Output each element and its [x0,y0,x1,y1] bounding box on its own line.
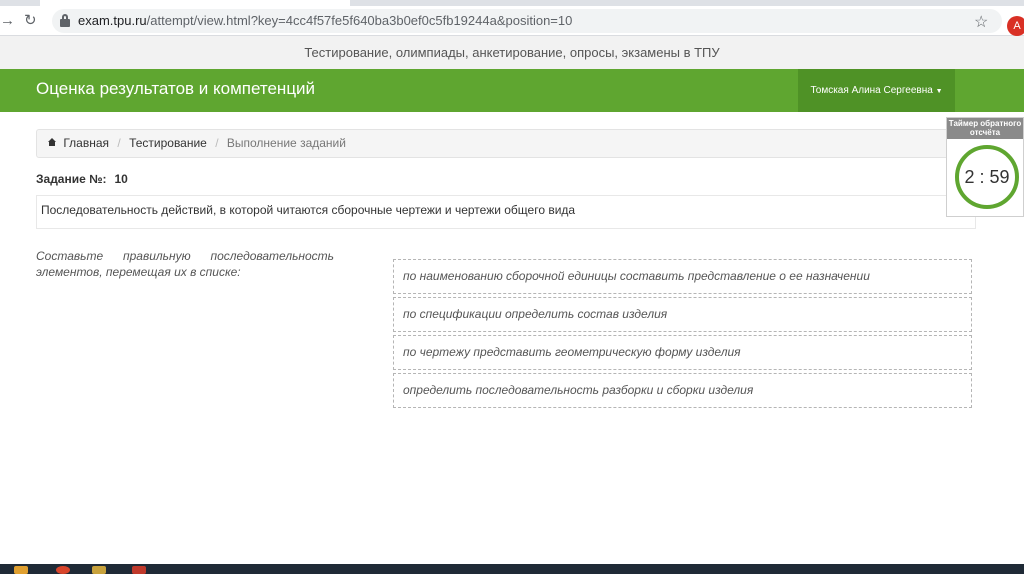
app-icon[interactable] [92,566,106,574]
caret-down-icon: ▼ [935,88,943,95]
task-instruction: Составьте правильную последовательность … [36,248,334,280]
task-heading: Задание №: 10 [36,172,128,186]
address-bar[interactable]: exam.tpu.ru/attempt/view.html?key=4cc4f5… [52,9,1002,33]
breadcrumb-current: Выполнение заданий [226,136,346,150]
lock-icon [60,14,70,27]
user-name: Томская Алина Сергеевна [810,85,933,96]
instruction-line-1: Составьте правильную последовательность [36,249,334,263]
sortable-list-item[interactable]: по наименованию сборочной единицы состав… [393,259,972,294]
home-icon [48,138,56,147]
sortable-list-item[interactable]: по чертежу представить геометрическую фо… [393,335,972,370]
question-text: Последовательность действий, в которой ч… [36,195,976,229]
sortable-list-item[interactable]: по спецификации определить состав издели… [393,297,972,332]
site-banner: Тестирование, олимпиады, анкетирование, … [0,36,1024,69]
countdown-timer: Таймер обратного отсчёта 2 : 59 [946,117,1024,217]
task-label: Задание №: [36,172,107,186]
app-header: Оценка результатов и компетенций Томская… [0,69,1024,112]
os-taskbar [0,564,1024,574]
browser-toolbar: → ↻ exam.tpu.ru/attempt/view.html?key=4c… [0,6,1024,36]
breadcrumb: Главная / Тестирование / Выполнение зада… [36,129,976,158]
profile-avatar[interactable]: A [1007,16,1024,36]
url-host: exam.tpu.ru [78,13,147,28]
back-arrow-icon[interactable]: → [0,12,15,30]
timer-value: 2 : 59 [955,145,1019,209]
breadcrumb-separator: / [215,136,219,150]
instruction-line-2: элементов, перемещая их в списке: [36,265,241,279]
url-text[interactable]: exam.tpu.ru/attempt/view.html?key=4cc4f5… [78,13,572,28]
user-menu-dropdown[interactable]: Томская Алина Сергеевна ▼ [798,69,955,112]
breadcrumb-home[interactable]: Главная [63,136,109,150]
timer-title: Таймер обратного отсчёта [947,118,1023,139]
bookmark-star-icon[interactable]: ☆ [974,12,988,32]
folder-icon[interactable] [14,566,28,574]
browser-icon[interactable] [56,566,70,574]
task-number: 10 [114,172,128,186]
brand-title[interactable]: Оценка результатов и компетенций [36,79,315,99]
breadcrumb-testing[interactable]: Тестирование [129,136,207,150]
reload-icon[interactable]: ↻ [24,12,37,30]
url-path: /attempt/view.html?key=4cc4f57fe5f640ba3… [146,13,573,28]
app-icon[interactable] [132,566,146,574]
breadcrumb-separator: / [117,136,121,150]
sortable-list-item[interactable]: определить последовательность разборки и… [393,373,972,408]
